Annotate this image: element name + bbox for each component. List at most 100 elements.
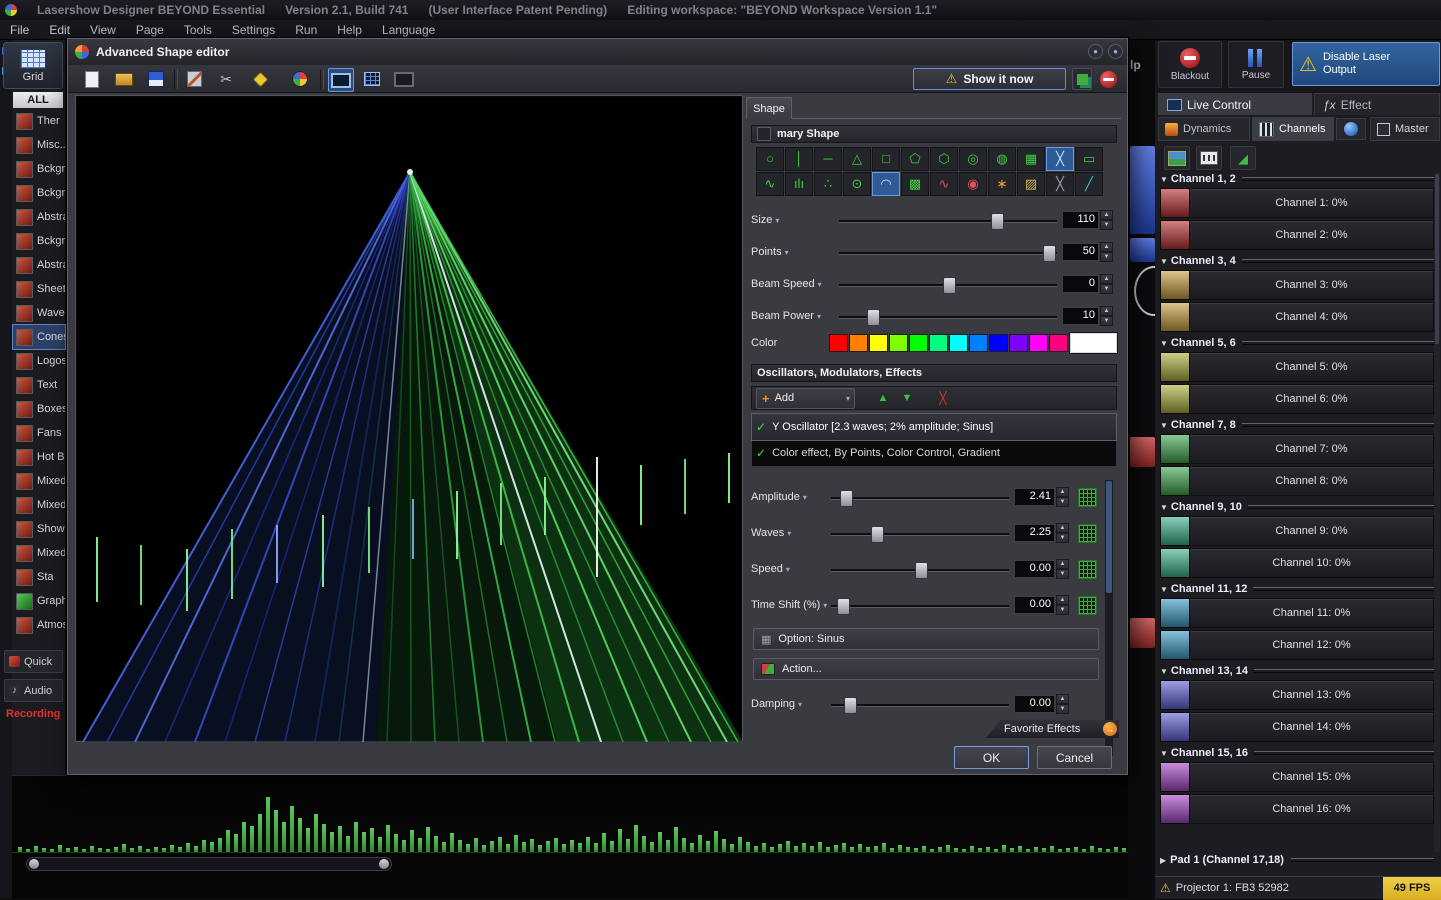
channel-group-header[interactable]: ▼Channel 3, 4	[1160, 254, 1434, 268]
sine-wave-shape-icon[interactable]: ∿	[930, 172, 958, 196]
sphere-shape-icon[interactable]: ◍	[988, 147, 1016, 171]
color-swatch-6[interactable]	[929, 334, 948, 352]
channel-slider-track[interactable]: Channel 4: 0%	[1190, 302, 1434, 332]
param-value-waves[interactable]: 2.25	[1014, 524, 1055, 542]
color-swatch-4[interactable]	[889, 334, 908, 352]
category-all-tab[interactable]: ALL	[13, 92, 63, 108]
favorite-effects-button[interactable]: Favorite Effects →	[986, 720, 1119, 738]
square-shape-icon[interactable]: □	[872, 147, 900, 171]
tab-shape[interactable]: Shape	[746, 97, 792, 119]
clear-shape-icon[interactable]: ╳	[1046, 172, 1074, 196]
menu-page[interactable]: Page	[126, 21, 174, 39]
param-spinner[interactable]: ▲▼	[1056, 559, 1069, 579]
channel-slider-handle[interactable]	[1160, 352, 1190, 382]
ellipse-shape-icon[interactable]: ⊙	[843, 172, 871, 196]
channel-slider[interactable]: Channel 2: 0%	[1160, 220, 1434, 250]
category-item-mixed[interactable]: Mixed	[13, 493, 65, 517]
param-value-amplitude[interactable]: 2.41	[1014, 488, 1055, 506]
channel-slider[interactable]: Channel 1: 0%	[1160, 188, 1434, 218]
menu-settings[interactable]: Settings	[222, 21, 285, 39]
master-toggle[interactable]: Master	[1370, 117, 1440, 141]
param-value-speed[interactable]: 0.00	[1014, 560, 1055, 578]
pentagon-shape-icon[interactable]: ⬠	[901, 147, 929, 171]
scrollbar-right-knob[interactable]	[379, 859, 389, 869]
dot-matrix-shape-icon[interactable]: ▩	[901, 172, 929, 196]
channel-slider-track[interactable]: Channel 5: 0%	[1190, 352, 1434, 382]
spin-up-icon[interactable]: ▲	[1100, 306, 1113, 316]
disable-laser-output-button[interactable]: ⚠ Disable Laser Output	[1292, 42, 1440, 86]
menu-view[interactable]: View	[80, 21, 126, 39]
param-spinner[interactable]: ▲▼	[1056, 523, 1069, 543]
color-swatch-2[interactable]	[849, 334, 868, 352]
category-item-sheet[interactable]: Sheet	[13, 277, 65, 301]
category-item-hot-b[interactable]: Hot B	[13, 445, 65, 469]
param-spinner[interactable]: ▲▼	[1056, 487, 1069, 507]
option-sinus-button[interactable]: ▦ Option: Sinus	[753, 628, 1099, 650]
hatch-grid-shape-icon[interactable]: ▦	[1017, 147, 1045, 171]
category-item-ther[interactable]: Ther	[13, 109, 65, 133]
slider-handle[interactable]	[837, 598, 850, 615]
fx-grid-button[interactable]	[1078, 560, 1097, 579]
channel-slider[interactable]: Channel 10: 0%	[1160, 548, 1434, 578]
category-item-cones[interactable]: Cones	[13, 325, 65, 349]
globe-button[interactable]	[1336, 118, 1366, 140]
param-value-time-shift[interactable]: 0.00	[1014, 596, 1055, 614]
secondary-monitor-button[interactable]	[392, 68, 416, 90]
spin-up-icon[interactable]: ▲	[1056, 523, 1069, 533]
effect-item-2[interactable]: ✓Color effect, By Points, Color Control,…	[752, 440, 1116, 466]
param-label-waves[interactable]: Waves▾	[751, 527, 831, 539]
channel-slider-handle[interactable]	[1160, 270, 1190, 300]
preview-monitor-button[interactable]	[328, 68, 354, 92]
triangle-shape-icon[interactable]: △	[843, 147, 871, 171]
effect-item-1[interactable]: ✓Y Oscillator [2.3 waves; 2% amplitude; …	[752, 414, 1116, 440]
spin-up-icon[interactable]: ▲	[1056, 595, 1069, 605]
category-item-fans[interactable]: Fans	[13, 421, 65, 445]
channel-group-header[interactable]: ▼Channel 11, 12	[1160, 582, 1434, 596]
scatter-shape-icon[interactable]: ∴	[814, 172, 842, 196]
spin-down-icon[interactable]: ▼	[1056, 605, 1069, 615]
dome-shape-icon[interactable]: ◠	[872, 172, 900, 196]
channel-slider[interactable]: Channel 7: 0%	[1160, 434, 1434, 464]
color-settings-button[interactable]	[288, 68, 312, 90]
channel-slider-handle[interactable]	[1160, 598, 1190, 628]
channel-slider[interactable]: Channel 4: 0%	[1160, 302, 1434, 332]
quick-tools-button[interactable]: Quick	[4, 650, 63, 673]
category-item-sta[interactable]: Sta	[13, 565, 65, 589]
channel-slider-track[interactable]: Channel 11: 0%	[1190, 598, 1434, 628]
grid-view-toggle-button[interactable]	[360, 68, 384, 90]
laser-preview[interactable]	[76, 96, 742, 741]
category-item-bckgr[interactable]: Bckgr	[13, 229, 65, 253]
channel-slider-handle[interactable]	[1160, 680, 1190, 710]
param-slider-amplitude[interactable]	[831, 488, 1009, 507]
color-swatch-1[interactable]	[829, 334, 848, 352]
dialog-option-button-2[interactable]: ●	[1108, 44, 1123, 59]
param-label-size[interactable]: Size▾	[751, 214, 839, 226]
channel-slider-handle[interactable]	[1160, 188, 1190, 218]
slider-handle[interactable]	[943, 277, 956, 294]
pencil-shape-icon[interactable]: ╱	[1075, 172, 1103, 196]
circle-shape-icon[interactable]: ○	[756, 147, 784, 171]
param-label-beam-power[interactable]: Beam Power▾	[751, 310, 839, 322]
param-slider-time-shift[interactable]	[831, 596, 1009, 615]
spin-up-icon[interactable]: ▲	[1100, 274, 1113, 284]
param-slider-points[interactable]	[839, 243, 1057, 262]
category-item-wave[interactable]: Wave	[13, 301, 65, 325]
channel-slider-track[interactable]: Channel 8: 0%	[1190, 466, 1434, 496]
channel-slider[interactable]: Channel 15: 0%	[1160, 762, 1434, 792]
blackout-button[interactable]: Blackout	[1158, 41, 1222, 88]
menu-edit[interactable]: Edit	[39, 21, 80, 39]
menu-language[interactable]: Language	[372, 21, 445, 39]
ball-shape-icon[interactable]: ◉	[959, 172, 987, 196]
channel-slider-handle[interactable]	[1160, 434, 1190, 464]
channel-slider-track[interactable]: Channel 16: 0%	[1190, 794, 1434, 824]
slider-handle[interactable]	[871, 526, 884, 543]
param-spinner[interactable]: ▲▼	[1100, 242, 1113, 262]
audio-button[interactable]: ♪ Audio	[4, 679, 63, 702]
channel-slider-track[interactable]: Channel 10: 0%	[1190, 548, 1434, 578]
channel-slider[interactable]: Channel 6: 0%	[1160, 384, 1434, 414]
timeline-scrollbar[interactable]	[26, 857, 392, 871]
category-item-bckgr[interactable]: Bckgr	[13, 181, 65, 205]
param-value-size[interactable]: 110	[1062, 211, 1099, 229]
folder-shape-icon[interactable]: ▨	[1017, 172, 1045, 196]
channel-group-header[interactable]: ▼Channel 9, 10	[1160, 500, 1434, 514]
